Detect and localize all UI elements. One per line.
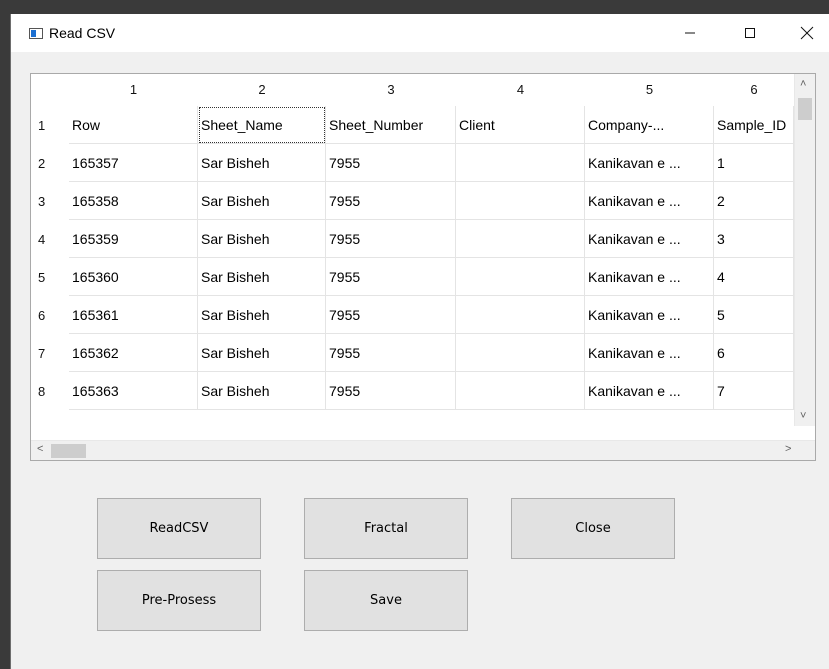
table-cell[interactable]: 2 [714, 182, 794, 220]
app-window-icon [29, 28, 43, 39]
table-cell[interactable]: Sar Bisheh [198, 296, 326, 334]
maximize-button[interactable] [727, 14, 773, 52]
table-cell[interactable]: 5 [714, 296, 794, 334]
close-window-button[interactable] [784, 14, 829, 52]
table-cell[interactable]: 7955 [326, 296, 456, 334]
table-cell[interactable]: 7955 [326, 372, 456, 410]
minimize-icon [685, 32, 695, 34]
horizontal-scrollbar[interactable]: < > [31, 440, 815, 460]
table-grid: 1 2 3 4 5 6 1 Row Sheet_Name Sheet_Number Client Co… [31, 74, 794, 426]
scroll-left-icon[interactable]: < [37, 443, 43, 455]
maximize-icon [745, 28, 755, 38]
table-cell[interactable]: 4 [714, 258, 794, 296]
table-cell[interactable]: 165363 [69, 372, 198, 410]
table-cell[interactable]: Sar Bisheh [198, 258, 326, 296]
row-header[interactable]: 8 [31, 372, 69, 410]
table-cell[interactable]: 6 [714, 334, 794, 372]
table-cell[interactable]: Client [456, 106, 585, 144]
table-cell[interactable]: Kanikavan e ... [585, 144, 714, 182]
table-cell[interactable] [456, 296, 585, 334]
row-header[interactable]: 3 [31, 182, 69, 220]
minimize-button[interactable] [667, 14, 713, 52]
table-cell[interactable]: 7955 [326, 220, 456, 258]
row-header[interactable]: 4 [31, 220, 69, 258]
column-header[interactable]: 1 [69, 74, 198, 106]
column-header[interactable]: 6 [714, 74, 794, 106]
table-cell[interactable]: Company-... [585, 106, 714, 144]
horizontal-scroll-thumb[interactable] [51, 444, 86, 458]
table-cell[interactable]: 165357 [69, 144, 198, 182]
title-bar[interactable]: Read CSV [11, 14, 829, 52]
table-cell[interactable] [456, 220, 585, 258]
table-cell[interactable] [456, 334, 585, 372]
close-button[interactable]: Close [511, 498, 675, 559]
pre-process-button[interactable]: Pre-Prosess [97, 570, 261, 631]
row-header[interactable]: 5 [31, 258, 69, 296]
table-cell[interactable]: 165361 [69, 296, 198, 334]
column-header[interactable]: 3 [326, 74, 456, 106]
table-cell[interactable]: 7955 [326, 334, 456, 372]
table-cell[interactable]: 165358 [69, 182, 198, 220]
vertical-scrollbar[interactable]: ˄ ˅ [794, 74, 815, 426]
read-csv-button[interactable]: ReadCSV [97, 498, 261, 559]
table-cell[interactable]: 165360 [69, 258, 198, 296]
table-cell[interactable]: Sar Bisheh [198, 220, 326, 258]
column-header[interactable]: 4 [456, 74, 585, 106]
table-cell[interactable]: Kanikavan e ... [585, 334, 714, 372]
table-cell[interactable]: 1 [714, 144, 794, 182]
table-cell[interactable]: Kanikavan e ... [585, 296, 714, 334]
window-title: Read CSV [49, 25, 116, 41]
scroll-down-icon[interactable]: ˅ [800, 410, 806, 422]
close-icon [800, 26, 814, 40]
table-cell[interactable]: 7955 [326, 258, 456, 296]
save-button[interactable]: Save [304, 570, 468, 631]
table-cell[interactable]: 7955 [326, 182, 456, 220]
scroll-right-icon[interactable]: > [785, 443, 791, 455]
scroll-up-icon[interactable]: ˄ [800, 78, 806, 90]
table-cell[interactable]: Sar Bisheh [198, 372, 326, 410]
table-cell[interactable]: Kanikavan e ... [585, 372, 714, 410]
table-cell[interactable]: Row [69, 106, 198, 144]
table-cell[interactable]: 3 [714, 220, 794, 258]
row-header[interactable]: 7 [31, 334, 69, 372]
table-cell[interactable]: 7 [714, 372, 794, 410]
table-cell[interactable]: Sample_ID [714, 106, 794, 144]
row-header[interactable]: 2 [31, 144, 69, 182]
table-cell[interactable]: 165362 [69, 334, 198, 372]
table-cell[interactable]: 7955 [326, 144, 456, 182]
table-cell[interactable]: 165359 [69, 220, 198, 258]
table-cell[interactable]: Sar Bisheh [198, 144, 326, 182]
csv-table[interactable]: 1 2 3 4 5 6 1 Row Sheet_Name Sheet_Number Client Co… [30, 73, 816, 461]
table-cell[interactable] [456, 258, 585, 296]
read-csv-window: Read CSV 1 2 3 4 5 6 1 Row Sheet_Name Sheet_Numbe… [10, 14, 829, 669]
table-cell[interactable]: Sheet_Name [198, 106, 326, 144]
table-cell[interactable] [456, 144, 585, 182]
table-cell[interactable]: Kanikavan e ... [585, 220, 714, 258]
column-header[interactable]: 5 [585, 74, 714, 106]
table-cell[interactable]: Sar Bisheh [198, 334, 326, 372]
table-cell[interactable] [456, 182, 585, 220]
row-header[interactable]: 1 [31, 106, 69, 144]
fractal-button[interactable]: Fractal [304, 498, 468, 559]
table-cell[interactable]: Kanikavan e ... [585, 258, 714, 296]
table-cell[interactable]: Sheet_Number [326, 106, 456, 144]
row-header[interactable]: 6 [31, 296, 69, 334]
vertical-scroll-thumb[interactable] [798, 98, 812, 120]
column-header[interactable]: 2 [198, 74, 326, 106]
table-cell[interactable]: Kanikavan e ... [585, 182, 714, 220]
table-cell[interactable] [456, 372, 585, 410]
table-cell[interactable]: Sar Bisheh [198, 182, 326, 220]
